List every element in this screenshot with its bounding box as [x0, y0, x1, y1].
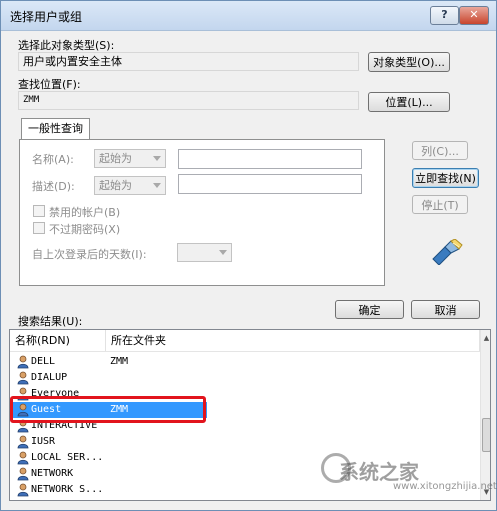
user-icon — [17, 467, 29, 481]
table-row[interactable]: DIALUP — [10, 370, 480, 386]
description-label: 描述(D): — [32, 180, 75, 193]
disabled-accounts-checkbox[interactable] — [33, 205, 45, 217]
chevron-down-icon — [153, 156, 161, 161]
ok-button[interactable]: 确定 — [335, 300, 404, 319]
column-header-folder[interactable]: 所在文件夹 — [106, 330, 480, 351]
table-row[interactable]: DELL ZMM — [10, 354, 480, 370]
column-header-name[interactable]: 名称(RDN) — [10, 330, 106, 351]
select-users-dialog: 选择用户或组 ? ✕ 选择此对象类型(S): 用户或内置安全主体 对象类型(O)… — [0, 0, 497, 511]
object-types-button[interactable]: 对象类型(O)... — [368, 52, 450, 72]
find-now-button[interactable]: 立即查找(N) — [412, 168, 479, 188]
description-input[interactable] — [178, 174, 362, 194]
cancel-button[interactable]: 取消 — [411, 300, 480, 319]
columns-button[interactable]: 列(C)... — [412, 141, 468, 160]
disabled-accounts-label: 禁用的帐户(B) — [49, 206, 121, 219]
search-results-label: 搜索结果(U): — [18, 315, 83, 328]
row-name: NETWORK — [31, 468, 74, 479]
window-title: 选择用户或组 — [10, 10, 83, 24]
days-since-logon-label: 自上次登录后的天数(I): — [32, 248, 147, 261]
name-label: 名称(A): — [32, 153, 74, 166]
row-name: IUSR — [31, 436, 56, 447]
user-icon — [17, 451, 29, 465]
location-field: ZMM — [18, 91, 359, 110]
user-icon — [17, 483, 29, 497]
table-row[interactable]: IUSR — [10, 434, 480, 450]
row-name: LOCAL SER... — [31, 452, 104, 463]
name-mode-select[interactable]: 起始为 — [94, 149, 166, 168]
vertical-scrollbar[interactable]: ▲ ▼ — [480, 330, 490, 500]
annotation-highlight-box — [10, 396, 206, 423]
chevron-down-icon — [153, 183, 161, 188]
location-label: 查找位置(F): — [18, 78, 81, 91]
close-button[interactable]: ✕ — [459, 6, 489, 25]
header-divider — [10, 351, 480, 352]
user-icon — [17, 355, 29, 369]
chevron-down-icon — [219, 250, 227, 255]
help-button[interactable]: ? — [430, 6, 459, 25]
object-type-label: 选择此对象类型(S): — [18, 39, 115, 52]
general-query-panel: 名称(A): 起始为 描述(D): 起始为 禁用的帐户(B) 不过期密码(X) … — [19, 139, 385, 286]
days-since-logon-select[interactable] — [177, 243, 232, 262]
tab-general-query[interactable]: 一般性查询 — [21, 118, 90, 140]
locations-button[interactable]: 位置(L)... — [368, 92, 450, 112]
row-name: DELL — [31, 356, 56, 367]
non-expiring-checkbox[interactable] — [33, 222, 45, 234]
title-bar[interactable]: 选择用户或组 ? ✕ — [1, 1, 496, 31]
name-input[interactable] — [178, 149, 362, 169]
row-name: NETWORK S... — [31, 484, 104, 495]
row-folder: ZMM — [110, 356, 129, 367]
watermark-url: www.xitongzhijia.net — [393, 481, 497, 492]
scroll-up-icon[interactable]: ▲ — [481, 331, 490, 345]
user-icon — [17, 371, 29, 385]
search-flashlight-icon — [432, 239, 463, 265]
row-name: DIALUP — [31, 372, 68, 383]
object-type-field: 用户或内置安全主体 — [18, 52, 359, 71]
user-icon — [17, 435, 29, 449]
stop-button[interactable]: 停止(T) — [412, 195, 468, 214]
name-mode-value: 起始为 — [99, 152, 132, 165]
description-mode-select[interactable]: 起始为 — [94, 176, 166, 195]
non-expiring-label: 不过期密码(X) — [49, 223, 121, 236]
scroll-thumb[interactable] — [482, 418, 490, 452]
description-mode-value: 起始为 — [99, 179, 132, 192]
